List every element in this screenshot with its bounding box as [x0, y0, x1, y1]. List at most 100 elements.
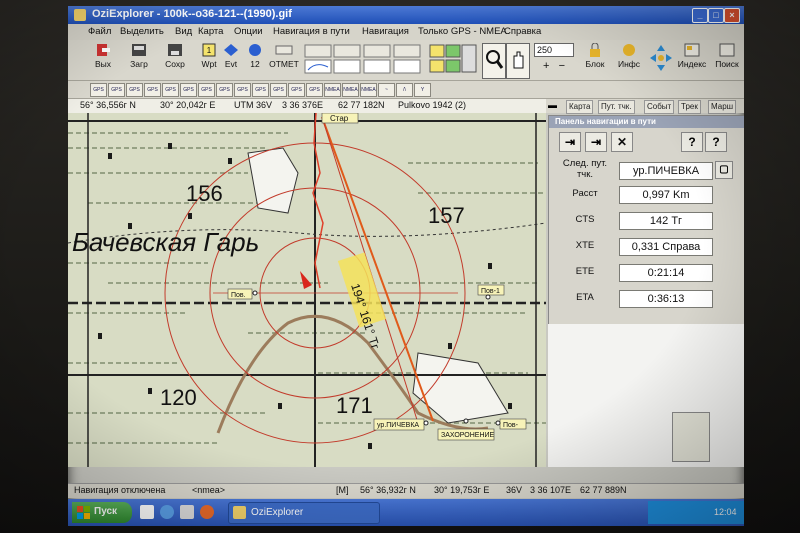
- label-top[interactable]: Стар: [330, 114, 349, 123]
- gps-tool-12[interactable]: GPS: [288, 83, 305, 97]
- taskbar: Пуск OziExplorer 12:04: [68, 499, 744, 526]
- next-wpt-value: ур.ПИЧЕВКА: [619, 162, 713, 180]
- search-button[interactable]: Поиск: [712, 43, 742, 77]
- chart-tool-2[interactable]: /\: [396, 83, 413, 97]
- gps-tool-1[interactable]: GPS: [90, 83, 107, 97]
- status-bar: Навигация отключена <nmea> [M] 56° 36,93…: [68, 483, 744, 498]
- tab-events[interactable]: Событ: [644, 100, 675, 114]
- track-tools[interactable]: [304, 43, 424, 77]
- zoom-control[interactable]: 250 + −: [534, 43, 574, 77]
- search-icon: [719, 43, 735, 57]
- map-view[interactable]: 194° 161° Тг 156 157 120 171 Бачевская Г…: [68, 113, 546, 467]
- quicklaunch-explorer-icon[interactable]: [140, 505, 154, 519]
- cursor-easting: 3 36 376E: [282, 100, 324, 110]
- label-right[interactable]: Пов-1: [481, 288, 500, 295]
- wpt-count-button[interactable]: 12: [244, 43, 266, 77]
- minimize-button[interactable]: _: [692, 8, 708, 23]
- zoom-select[interactable]: 250: [534, 43, 574, 57]
- block-button[interactable]: Блок: [580, 43, 610, 77]
- monitor-icon[interactable]: ▬: [548, 100, 564, 112]
- overview-map-thumbnail[interactable]: [672, 412, 710, 462]
- gps-tool-13[interactable]: GPS: [306, 83, 323, 97]
- menu-map[interactable]: Карта: [198, 26, 223, 37]
- help-button-2[interactable]: ?: [705, 132, 727, 152]
- nmea-tool-1[interactable]: NMEA: [324, 83, 341, 97]
- label-far[interactable]: Пов-: [503, 422, 519, 429]
- taskbar-app-button[interactable]: OziExplorer: [228, 502, 380, 524]
- mark-icon: [275, 45, 293, 55]
- quicklaunch-firefox-icon[interactable]: [200, 505, 214, 519]
- chart-tool[interactable]: ~: [378, 83, 395, 97]
- pan-buttons[interactable]: [648, 43, 674, 77]
- gps-tool-7[interactable]: GPS: [198, 83, 215, 97]
- help-button[interactable]: ?: [681, 132, 703, 152]
- svg-text:1: 1: [207, 46, 212, 55]
- exit-icon: [97, 44, 110, 56]
- nmea-tool-2[interactable]: NMEA: [342, 83, 359, 97]
- menu-route-nav[interactable]: Навигация в пути: [273, 26, 350, 37]
- gps-tool-3[interactable]: GPS: [126, 83, 143, 97]
- hand-icon: [513, 51, 524, 69]
- gps-tool-8[interactable]: GPS: [216, 83, 233, 97]
- topographic-map[interactable]: 194° 161° Тг 156 157 120 171 Бачевская Г…: [68, 113, 546, 467]
- grid-number-171: 171: [336, 393, 373, 418]
- map-tools[interactable]: [428, 43, 478, 77]
- mark-button[interactable]: ОТМЕТ: [268, 43, 300, 77]
- exit-button[interactable]: Вых: [88, 43, 118, 77]
- gps-tool-5[interactable]: GPS: [162, 83, 179, 97]
- gps-tool-2[interactable]: GPS: [108, 83, 125, 97]
- stop-nav-button[interactable]: ✕: [611, 132, 633, 152]
- quicklaunch-ie-icon[interactable]: [160, 505, 174, 519]
- gps-tool-6[interactable]: GPS: [180, 83, 197, 97]
- search-label: Поиск: [715, 59, 739, 69]
- menu-gps-nmea[interactable]: Только GPS - NMEA: [418, 26, 507, 37]
- menu-select[interactable]: Выделить: [120, 26, 164, 37]
- tab-route[interactable]: Марш: [708, 100, 737, 114]
- next-waypoint-button[interactable]: ⇥: [585, 132, 607, 152]
- label-left[interactable]: Пов.: [231, 292, 246, 299]
- label-cemetery[interactable]: ЗАХОРОНЕНИЕ: [441, 432, 495, 439]
- signal-tool[interactable]: Y: [414, 83, 431, 97]
- info-button[interactable]: Инфс: [614, 43, 644, 77]
- maximize-button[interactable]: □: [708, 8, 724, 23]
- count-icon: [249, 44, 261, 56]
- nmea-status: <nmea>: [192, 485, 226, 495]
- wpt-label: Wpt: [201, 59, 217, 69]
- label-target[interactable]: ур.ПИЧЕВКА: [377, 422, 419, 429]
- tab-track[interactable]: Трек: [678, 100, 701, 114]
- window-title: OziExplorer - 100k--o36-121--(1990).gif: [92, 8, 292, 20]
- menu-file[interactable]: Файл: [88, 26, 111, 37]
- gps-tool-11[interactable]: GPS: [270, 83, 287, 97]
- nmea-tool-3[interactable]: NMEA: [360, 83, 377, 97]
- evt-button[interactable]: Evt: [220, 43, 242, 77]
- wpt-count: 12: [250, 59, 260, 69]
- close-button[interactable]: ×: [724, 8, 740, 23]
- tab-waypoints[interactable]: Пут. тчк.: [598, 100, 635, 114]
- menu-view[interactable]: Вид: [175, 26, 192, 37]
- gps-tool-9[interactable]: GPS: [234, 83, 251, 97]
- app-icon: [74, 9, 86, 21]
- menu-options[interactable]: Опции: [234, 26, 263, 37]
- hand-tool-button[interactable]: [506, 43, 530, 79]
- main-toolbar: Вых Загр Сохр 1 Wpt Evt 12 ОТМЕТ 250 + −…: [68, 40, 744, 81]
- save-label: Сохр: [165, 59, 185, 69]
- gps-tool-10[interactable]: GPS: [252, 83, 269, 97]
- cursor-lat: 56° 36,556г N: [80, 100, 136, 110]
- status-lon: 30° 19,753г E: [434, 485, 490, 495]
- prev-waypoint-button[interactable]: ⇥: [559, 132, 581, 152]
- menu-navigation[interactable]: Навигация: [362, 26, 409, 37]
- select-wpt-button[interactable]: ▢: [715, 161, 733, 179]
- start-button[interactable]: Пуск: [72, 502, 132, 523]
- waypoint-icon: 1: [202, 43, 216, 57]
- zoom-plus-minus[interactable]: + −: [534, 60, 574, 72]
- save-button[interactable]: Сохр: [160, 43, 190, 77]
- index-button[interactable]: Индекс: [676, 43, 708, 77]
- wpt-button[interactable]: 1 Wpt: [198, 43, 220, 77]
- quicklaunch-desktop-icon[interactable]: [180, 505, 194, 519]
- menu-help[interactable]: Справка: [504, 26, 541, 37]
- taskbar-app-label: OziExplorer: [251, 507, 304, 518]
- load-button[interactable]: Загр: [124, 43, 154, 77]
- gps-tool-4[interactable]: GPS: [144, 83, 161, 97]
- tab-map[interactable]: Карта: [566, 100, 594, 114]
- zoom-tool-button[interactable]: [482, 43, 506, 79]
